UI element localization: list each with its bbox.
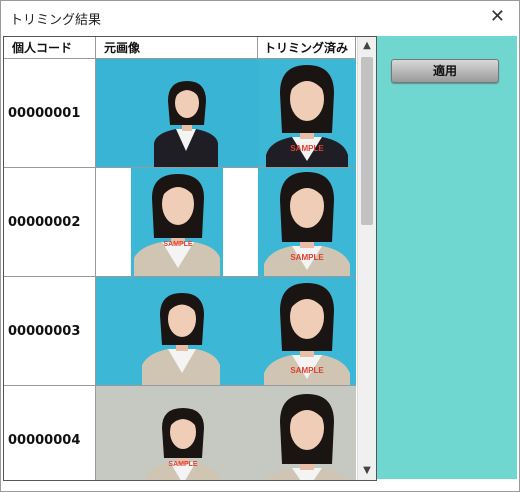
original-image-cell xyxy=(96,59,258,167)
personal-code: 00000001 xyxy=(4,59,96,167)
close-icon[interactable]: ✕ xyxy=(490,7,505,27)
column-header-code[interactable]: 個人コード xyxy=(4,37,96,59)
trimmed-photo: SAMPLE xyxy=(258,277,356,385)
title-bar: トリミング結果 ✕ xyxy=(1,1,519,35)
original-photo xyxy=(96,59,258,167)
trimmed-image-cell xyxy=(258,386,356,480)
table-row[interactable]: 00000002 SAMPLE SAMPLE xyxy=(4,168,356,277)
personal-code: 00000004 xyxy=(4,386,96,480)
trimmed-photo xyxy=(258,386,356,480)
original-image-cell: SAMPLE xyxy=(96,386,258,480)
trimmed-photo: SAMPLE xyxy=(258,168,356,276)
trimmed-image-cell: SAMPLE xyxy=(258,277,356,385)
trimmed-image-cell: SAMPLE xyxy=(258,168,356,276)
sample-watermark: SAMPLE xyxy=(290,366,324,375)
original-photo: SAMPLE xyxy=(96,168,258,276)
result-grid[interactable]: 個人コード 元画像 トリミング済み 00000001 SAMPLE 000000… xyxy=(3,36,377,481)
table-row[interactable]: 00000004 SAMPLE xyxy=(4,386,356,480)
trimming-result-window: トリミング結果 ✕ 個人コード 元画像 トリミング済み 00000001 SAM… xyxy=(0,0,520,492)
personal-code: 00000002 xyxy=(4,168,96,276)
table-row[interactable]: 00000003 SAMPLE xyxy=(4,277,356,386)
action-panel: 適用 xyxy=(377,36,517,479)
trimmed-image-cell: SAMPLE xyxy=(258,59,356,167)
sample-watermark: SAMPLE xyxy=(163,241,193,248)
original-photo: SAMPLE xyxy=(96,386,258,480)
column-header-trimmed[interactable]: トリミング済み xyxy=(258,37,356,59)
column-header-original[interactable]: 元画像 xyxy=(96,37,258,59)
vertical-scrollbar[interactable]: ▲ ▼ xyxy=(357,37,376,480)
sample-watermark: SAMPLE xyxy=(290,144,324,153)
original-photo xyxy=(96,277,258,385)
original-image-cell: SAMPLE xyxy=(96,168,258,276)
sample-watermark: SAMPLE xyxy=(290,253,324,262)
scroll-down-icon[interactable]: ▼ xyxy=(358,462,376,480)
window-title: トリミング結果 xyxy=(10,13,102,28)
apply-button[interactable]: 適用 xyxy=(391,59,499,83)
scroll-up-icon[interactable]: ▲ xyxy=(358,37,376,55)
scroll-thumb[interactable] xyxy=(361,57,373,225)
table-row[interactable]: 00000001 SAMPLE xyxy=(4,59,356,168)
personal-code: 00000003 xyxy=(4,277,96,385)
sample-watermark: SAMPLE xyxy=(168,461,198,468)
trimmed-photo: SAMPLE xyxy=(258,59,356,167)
original-image-cell xyxy=(96,277,258,385)
